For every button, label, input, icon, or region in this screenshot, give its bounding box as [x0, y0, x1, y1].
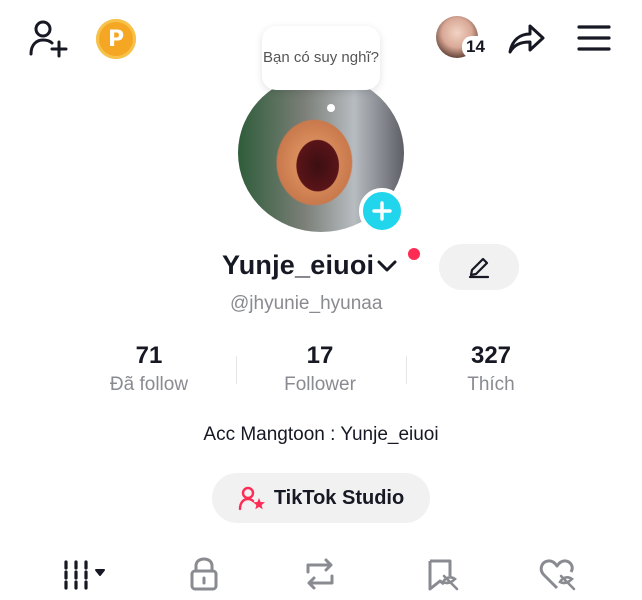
stat-following-label: Đã follow [109, 374, 189, 395]
thought-bubble[interactable]: Bạn có suy nghĩ? [262, 26, 380, 90]
tab-private[interactable] [182, 552, 226, 596]
profile-bio: Acc Mangtoon : Yunje_eiuoi [203, 424, 439, 445]
share-arrow-icon [508, 24, 545, 54]
edit-profile-button[interactable] [439, 244, 519, 290]
person-plus-icon [29, 20, 68, 58]
stat-divider [406, 356, 407, 384]
tab-liked[interactable] [536, 552, 580, 596]
tiktok-studio-label: TikTok Studio [273, 486, 405, 509]
add-story-button[interactable] [359, 188, 405, 234]
tab-reposts[interactable] [298, 552, 342, 596]
notification-dot [408, 248, 420, 260]
chevron-down-icon [377, 260, 397, 271]
share-button[interactable] [504, 16, 548, 60]
stat-divider [236, 356, 237, 384]
person-star-icon [238, 486, 265, 511]
plus-icon [372, 201, 392, 221]
coin-icon: P [107, 26, 125, 52]
username: Yunje_eiuoi [222, 250, 375, 280]
tab-favorites[interactable] [420, 552, 464, 596]
account-switcher[interactable]: Yunje_eiuoi [222, 250, 398, 281]
stat-followers-value: 17 [306, 342, 334, 369]
lock-icon [190, 557, 218, 591]
thought-bubble-dot [327, 104, 335, 112]
stat-followers-label: Follower [284, 374, 356, 395]
thought-bubble-text: Bạn có suy nghĩ? [263, 49, 379, 66]
stat-likes-label: Thích [467, 374, 515, 395]
coin-button[interactable]: P [96, 19, 136, 59]
add-friend-button[interactable] [26, 16, 70, 60]
videos-grid-icon [64, 560, 105, 590]
visitor-count: 14 [462, 36, 489, 58]
tiktok-studio-button[interactable]: TikTok Studio [212, 473, 430, 523]
stat-likes[interactable]: 327 Thích [416, 340, 566, 398]
profile-visitors-button[interactable]: 14 [436, 16, 492, 62]
stat-following-value: 71 [135, 342, 163, 369]
user-handle: @jhyunie_hyunaa [230, 293, 383, 314]
liked-icon [539, 559, 576, 591]
stat-followers[interactable]: 17 Follower [245, 340, 395, 398]
favorites-icon [428, 559, 459, 591]
tab-videos[interactable] [60, 552, 116, 596]
stat-following[interactable]: 71 Đã follow [74, 340, 224, 398]
profile-page: P 14 Bạn có suy nghĩ? Yunje_eiuoi @jhyun… [0, 0, 642, 600]
menu-button[interactable] [574, 18, 614, 58]
pencil-icon [468, 257, 490, 279]
hamburger-icon [577, 25, 611, 51]
repost-icon [306, 558, 334, 590]
stat-likes-value: 327 [470, 342, 512, 369]
